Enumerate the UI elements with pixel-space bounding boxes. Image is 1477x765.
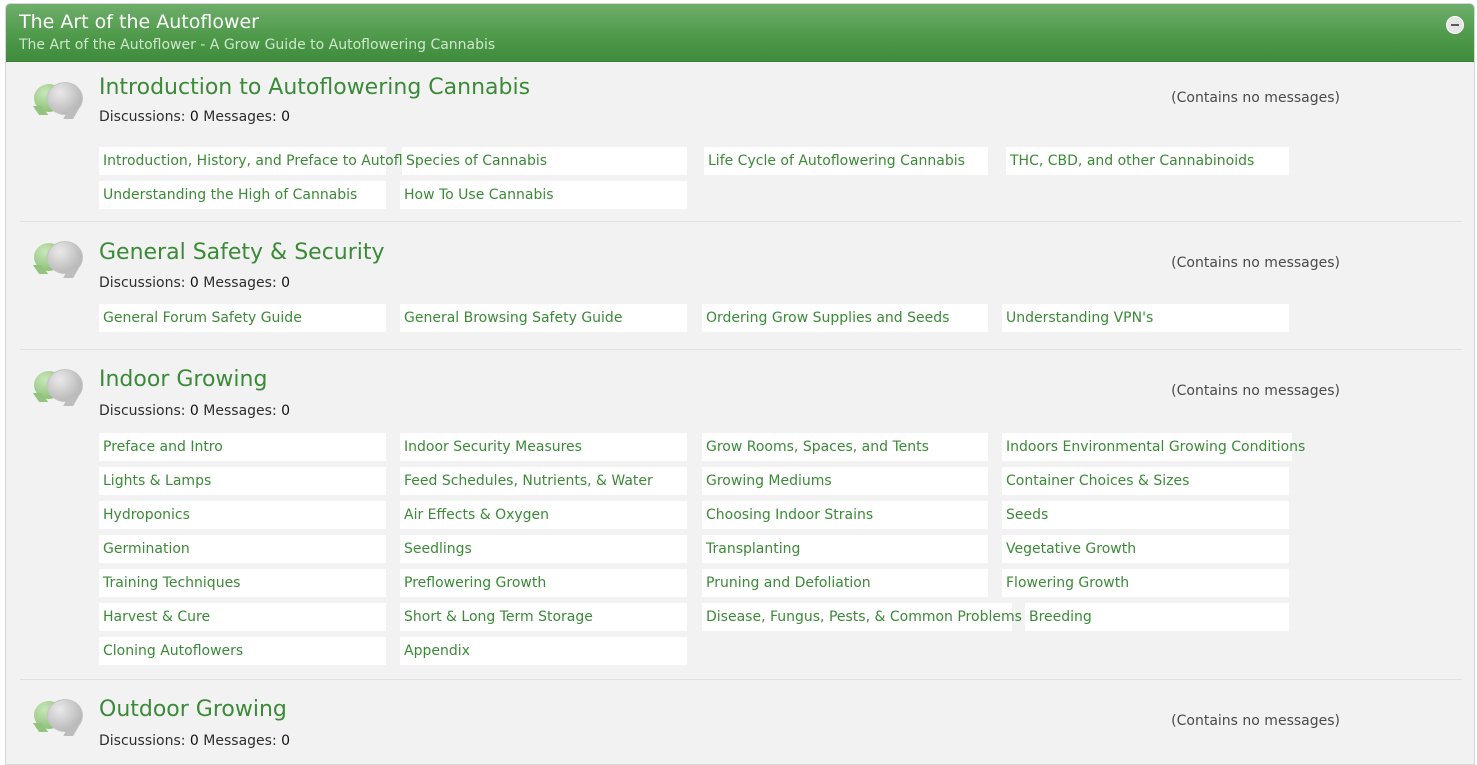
- subforum-link[interactable]: General Forum Safety Guide: [99, 304, 386, 332]
- last-post-info: (Contains no messages): [1171, 383, 1340, 399]
- messages-label: Messages:: [203, 403, 277, 419]
- subforum-list: General Forum Safety Guide General Brows…: [99, 304, 1359, 332]
- chat-bubbles-icon: [34, 81, 88, 125]
- discussions-label: Discussions:: [99, 733, 186, 749]
- messages-label: Messages:: [203, 275, 277, 291]
- discussions-count: 0: [189, 109, 199, 125]
- subforum-link[interactable]: Seedlings: [400, 535, 687, 563]
- subforum-link[interactable]: Hydroponics: [99, 501, 386, 529]
- messages-count: 0: [281, 275, 291, 291]
- subforum-link[interactable]: Choosing Indoor Strains: [702, 501, 988, 529]
- forum-title[interactable]: Indoor Growing: [99, 366, 267, 394]
- subforum-link[interactable]: How To Use Cannabis: [400, 181, 687, 209]
- subforum-link[interactable]: Training Techniques: [99, 569, 386, 597]
- subforum-link[interactable]: Flowering Growth: [1002, 569, 1289, 597]
- forum-node-safety: General Safety & Security Discussions: 0…: [20, 222, 1462, 350]
- category-header: The Art of the Autoflower The Art of the…: [6, 4, 1474, 62]
- discussions-label: Discussions:: [99, 403, 186, 419]
- messages-count: 0: [281, 403, 291, 419]
- subforum-link[interactable]: Vegetative Growth: [1002, 535, 1289, 563]
- subforum-link[interactable]: Pruning and Defoliation: [702, 569, 988, 597]
- chat-bubbles-icon: [34, 698, 88, 742]
- discussions-label: Discussions:: [99, 275, 186, 291]
- forum-node-outdoor: Outdoor Growing Discussions: 0 Messages:…: [20, 680, 1462, 764]
- messages-count: 0: [281, 733, 291, 749]
- subforum-link[interactable]: Preface and Intro: [99, 433, 386, 461]
- subforum-link[interactable]: Indoor Security Measures: [400, 433, 687, 461]
- forum-stats: Discussions: 0 Messages: 0: [99, 108, 290, 126]
- subforum-link[interactable]: Germination: [99, 535, 386, 563]
- subforum-link[interactable]: Air Effects & Oxygen: [400, 501, 687, 529]
- subforum-list: Introduction, History, and Preface to Au…: [99, 147, 1359, 209]
- forum-title[interactable]: Outdoor Growing: [99, 696, 287, 724]
- subforum-link[interactable]: THC, CBD, and other Cannabinoids: [1006, 147, 1289, 175]
- subforum-list: Preface and Intro Indoor Security Measur…: [99, 433, 1359, 665]
- discussions-count: 0: [189, 275, 199, 291]
- subforum-link[interactable]: Lights & Lamps: [99, 467, 386, 495]
- subforum-link[interactable]: Harvest & Cure: [99, 603, 386, 631]
- subforum-link[interactable]: Seeds: [1002, 501, 1289, 529]
- subforum-link[interactable]: Preflowering Growth: [400, 569, 687, 597]
- forum-node-indoor: Indoor Growing Discussions: 0 Messages: …: [20, 350, 1462, 680]
- subforum-link[interactable]: Introduction, History, and Preface to Au…: [99, 147, 444, 175]
- forum-title[interactable]: General Safety & Security: [99, 239, 385, 267]
- category-title[interactable]: The Art of the Autoflower: [19, 10, 1461, 34]
- discussions-count: 0: [189, 733, 199, 749]
- subforum-link[interactable]: Feed Schedules, Nutrients, & Water: [400, 467, 687, 495]
- chat-bubbles-icon: [34, 368, 88, 412]
- subforum-link[interactable]: Transplanting: [702, 535, 988, 563]
- forum-stats: Discussions: 0 Messages: 0: [99, 274, 290, 292]
- discussions-label: Discussions:: [99, 109, 186, 125]
- subforum-link[interactable]: Container Choices & Sizes: [1002, 467, 1289, 495]
- subforum-link[interactable]: Species of Cannabis: [402, 147, 687, 175]
- subforum-link[interactable]: Disease, Fungus, Pests, & Common Problem…: [702, 603, 1022, 631]
- forum-stats: Discussions: 0 Messages: 0: [99, 732, 290, 750]
- discussions-count: 0: [189, 403, 199, 419]
- last-post-info: (Contains no messages): [1171, 90, 1340, 106]
- subforum-link[interactable]: Indoors Environmental Growing Conditions: [1002, 433, 1305, 461]
- subforum-link[interactable]: Growing Mediums: [702, 467, 988, 495]
- subforum-link[interactable]: Life Cycle of Autoflowering Cannabis: [704, 147, 988, 175]
- subforum-link[interactable]: Ordering Grow Supplies and Seeds: [702, 304, 988, 332]
- last-post-info: (Contains no messages): [1171, 713, 1340, 729]
- subforum-link[interactable]: Understanding the High of Cannabis: [99, 181, 386, 209]
- last-post-info: (Contains no messages): [1171, 255, 1340, 271]
- subforum-link[interactable]: Appendix: [400, 637, 687, 665]
- collapse-icon[interactable]: [1446, 16, 1464, 34]
- forum-title[interactable]: Introduction to Autoflowering Cannabis: [99, 74, 530, 102]
- category-panel: The Art of the Autoflower The Art of the…: [5, 3, 1475, 765]
- chat-bubbles-icon: [34, 240, 88, 284]
- forum-stats: Discussions: 0 Messages: 0: [99, 402, 290, 420]
- messages-label: Messages:: [203, 733, 277, 749]
- subforum-link[interactable]: Understanding VPN's: [1002, 304, 1289, 332]
- messages-count: 0: [281, 109, 291, 125]
- subforum-link[interactable]: Grow Rooms, Spaces, and Tents: [702, 433, 988, 461]
- subforum-link[interactable]: General Browsing Safety Guide: [400, 304, 687, 332]
- forum-node-introduction: Introduction to Autoflowering Cannabis D…: [20, 63, 1462, 222]
- subforum-link[interactable]: Short & Long Term Storage: [400, 603, 687, 631]
- category-description: The Art of the Autoflower - A Grow Guide…: [19, 37, 496, 53]
- subforum-link[interactable]: Cloning Autoflowers: [99, 637, 386, 665]
- subforum-link[interactable]: Breeding: [1025, 603, 1289, 631]
- messages-label: Messages:: [203, 109, 277, 125]
